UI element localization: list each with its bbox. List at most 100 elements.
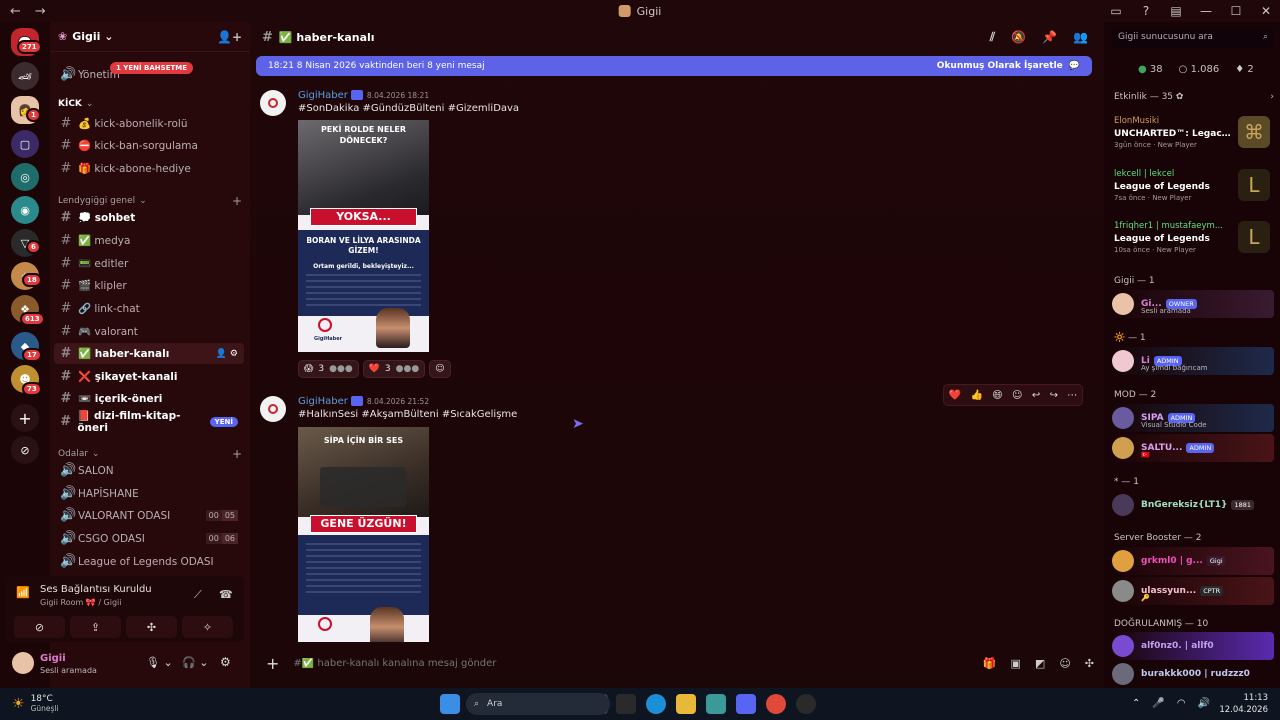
server-icon[interactable]: ◎ [11, 163, 39, 191]
grin-icon[interactable]: 😄 [992, 390, 1002, 401]
member-item[interactable]: alf0nz0. | allf0 [1112, 632, 1274, 660]
help-icon[interactable]: ? [1138, 4, 1154, 18]
member-item[interactable]: SALTU... ADMIN 🇹🇷 [1112, 434, 1274, 462]
edge-icon[interactable] [646, 694, 666, 714]
more-icon[interactable]: ⋯ [1067, 390, 1077, 401]
taskbar-search[interactable]: ⌕ Ara [466, 693, 610, 715]
add-reaction-icon[interactable]: ☺ [1012, 390, 1022, 401]
discord-icon[interactable] [736, 694, 756, 714]
channel-icerik-oneri[interactable]: # 📼 içerik-öneri [54, 388, 244, 409]
clock[interactable]: 11:13 12.04.2026 [1219, 692, 1268, 716]
chevron-up-icon[interactable]: ⌃ [1132, 698, 1140, 709]
sticker-icon[interactable]: ◩ [1035, 657, 1045, 670]
inbox-icon[interactable]: ▭ [1108, 4, 1124, 18]
category-kick[interactable]: KİCK ⌄ [58, 99, 242, 109]
wifi-icon[interactable]: ◠ [1177, 698, 1186, 709]
channel-klipler[interactable]: # 🎬 klipler [54, 275, 244, 296]
add-reaction-button[interactable]: ☺ [429, 360, 451, 378]
member-item[interactable]: burakkk000 | rudzzz0 [1112, 660, 1274, 688]
channel-settings-icon[interactable]: 👤 ⚙ [216, 349, 238, 359]
add-server-icon[interactable]: + [11, 404, 39, 432]
microphone-icon[interactable]: 🎙 ⌄ [146, 656, 173, 669]
add-channel-icon[interactable]: + [232, 447, 242, 461]
activity-item[interactable]: lekcell | lekcel League of Legends 7sa ö… [1114, 169, 1274, 209]
weather-widget[interactable]: ☀ 18°C Güneşli [12, 694, 59, 714]
folder-icon[interactable]: ▢ [11, 130, 39, 158]
headphones-icon[interactable]: 🎧 ⌄ [182, 656, 208, 669]
channel-dizi-film[interactable]: # 📕 dizi-film-kitap-öneri YENİ [54, 410, 244, 434]
activities-button[interactable]: ✣ [126, 616, 177, 638]
new-messages-banner[interactable]: 18:21 8 Nisan 2026 vaktinden beri 8 yeni… [256, 56, 1092, 76]
thumbs-up-icon[interactable]: 👍 [970, 390, 982, 401]
avatar[interactable] [12, 652, 34, 674]
voice-channel-valorant[interactable]: 🔊 VALORANT ODASI 00 05 [54, 505, 244, 526]
add-channel-icon[interactable]: + [232, 194, 242, 208]
channel-link-chat[interactable]: # 🔗 link-chat [54, 298, 244, 319]
reaction-heart[interactable]: ❤️ 3 ●●● [362, 360, 426, 378]
mute-icon[interactable]: 🔕 [1011, 30, 1026, 45]
channel-editler[interactable]: # 📟 editler [54, 253, 244, 274]
activity-item[interactable]: 1friqher1 | mustafaeym... League of Lege… [1114, 221, 1274, 261]
member-item[interactable]: Li ADMIN Ay şimdi bağırıcam [1112, 347, 1274, 375]
server-header[interactable]: ❀ Gigii ⌄ 👤+ [50, 22, 250, 52]
gif-icon[interactable]: ▣ [1011, 657, 1021, 670]
noise-suppression-icon[interactable]: ⟋ [194, 588, 202, 602]
task-view-icon[interactable] [616, 694, 636, 714]
threads-icon[interactable]: ⫽ [990, 30, 995, 45]
attach-icon[interactable]: + [266, 654, 279, 673]
category-general[interactable]: Lendygiğgi genel ⌄ + [58, 194, 242, 208]
server-icon[interactable]: ◉ [11, 196, 39, 224]
forward-icon[interactable]: ↪ [1050, 390, 1058, 401]
news-poster-image[interactable]: PEKİ ROLDE NELER DÖNECEK? YOKSA... BORAN… [298, 120, 429, 352]
volume-icon[interactable]: 🔊 [1198, 698, 1210, 709]
member-item[interactable]: Gi... OWNER Sesli aramada [1112, 290, 1274, 318]
server-icon[interactable]: 🏎 [11, 62, 39, 90]
channel-sohbet[interactable]: # 💭 sohbet [54, 207, 244, 228]
server-search-input[interactable]: Gigii sunucusunu ara ⌕ [1112, 28, 1274, 48]
maximize-icon[interactable]: ☐ [1228, 4, 1244, 18]
windows-start-icon[interactable] [440, 694, 460, 714]
camera-off-button[interactable]: ⊘ [14, 616, 65, 638]
message-author[interactable]: GigiHaber [298, 396, 348, 407]
member-item[interactable]: grkml0 | g... Gigi [1112, 547, 1274, 575]
voice-channel-hapishane[interactable]: 🔊 HAPİSHANE [54, 483, 244, 504]
forward-arrow-icon[interactable]: → [35, 4, 46, 19]
channel-kick-hediye[interactable]: # 🎁 kick-abone-hediye [54, 158, 244, 179]
back-arrow-icon[interactable]: ← [10, 4, 21, 19]
avatar[interactable] [260, 396, 286, 422]
channel-sikayet[interactable]: # ❌ şikayet-kanali [54, 366, 244, 387]
minimize-icon[interactable]: — [1198, 4, 1214, 18]
voice-channel-salon[interactable]: 🔊 SALON [54, 460, 244, 481]
news-poster-image[interactable]: SİPA İÇİN BİR SES GENE ÜZGÜN! [298, 427, 429, 642]
reply-icon[interactable]: ↩ [1032, 390, 1040, 401]
microphone-icon[interactable]: 🎤 [1152, 698, 1164, 709]
activity-item[interactable]: ElonMusiki UNCHARTED™: Legacy of ... 3gü… [1114, 116, 1274, 156]
file-explorer-icon[interactable] [676, 694, 696, 714]
voice-channel-csgo[interactable]: 🔊 CSGO ODASI 00 06 [54, 528, 244, 549]
app-icon[interactable] [706, 694, 726, 714]
message-composer[interactable]: + 🎁 ▣ ◩ ☺ ✣ [258, 650, 1094, 676]
member-list-icon[interactable]: 👥 [1073, 30, 1088, 45]
channel-medya[interactable]: # ✅ medya [54, 230, 244, 251]
channel-kick-abonelik[interactable]: # 💰 kick-abonelik-rolü [54, 113, 244, 134]
gift-icon[interactable]: 🎁 [983, 657, 997, 670]
member-item[interactable]: BnGereksiz{LT1} 1881 [1112, 491, 1274, 519]
screen-share-button[interactable]: ⇪ [70, 616, 121, 638]
close-icon[interactable]: ✕ [1258, 4, 1274, 18]
disconnect-icon[interactable]: ☎ [219, 588, 233, 601]
member-item[interactable]: SIPA ADMIN Visual Studio Code [1112, 404, 1274, 432]
member-item[interactable]: ulassyun... CPTR 🔑 [1112, 577, 1274, 605]
gear-icon[interactable]: ⚙ [220, 655, 231, 669]
message-author[interactable]: GigiHaber [298, 90, 348, 101]
message-input[interactable] [293, 657, 914, 669]
activity-header[interactable]: Etkinlik — 35 ✿ › [1114, 92, 1274, 102]
add-member-icon[interactable]: 👤+ [217, 30, 242, 44]
chrome-icon[interactable] [766, 694, 786, 714]
pin-icon[interactable]: 📌 [1042, 30, 1057, 45]
discover-icon[interactable]: ⊘ [11, 436, 39, 464]
channel-haber-kanali[interactable]: # ✅ haber-kanalı 👤 ⚙ [54, 343, 244, 364]
category-rooms[interactable]: Odalar ⌄ + [58, 447, 242, 461]
emoji-icon[interactable]: ☺ [1059, 657, 1070, 670]
notes-icon[interactable]: ▤ [1168, 4, 1184, 18]
avatar[interactable] [260, 90, 286, 116]
